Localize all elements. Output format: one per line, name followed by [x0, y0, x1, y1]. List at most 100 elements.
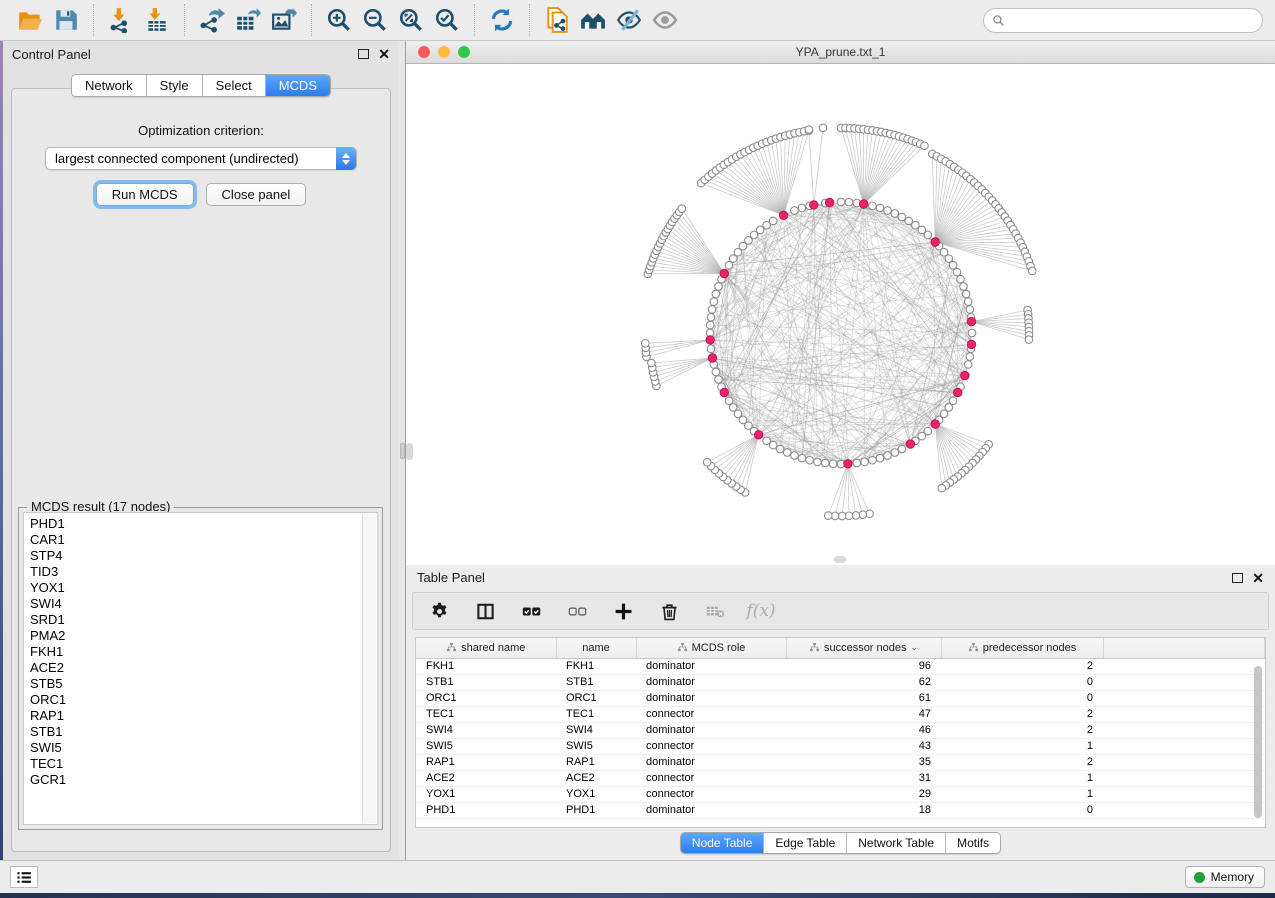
criterion-select[interactable]: largest connected component (undirected): [45, 147, 357, 170]
column-header-MCDS-role[interactable]: MCDS role: [636, 638, 786, 658]
cell-mcds_role[interactable]: connector: [636, 706, 786, 722]
settings-gear-icon[interactable]: [427, 599, 451, 623]
cell-name[interactable]: ORC1: [556, 690, 636, 706]
cell-successor_nodes[interactable]: 96: [786, 658, 941, 674]
mcds-result-item[interactable]: PHD1: [30, 516, 377, 532]
search-input[interactable]: [1010, 13, 1254, 27]
save-session-icon[interactable]: [48, 4, 84, 36]
search-box[interactable]: [983, 8, 1263, 33]
mcds-result-item[interactable]: RAP1: [30, 708, 377, 724]
close-table-panel-button[interactable]: ✕: [1252, 573, 1264, 583]
cell-successor_nodes[interactable]: 35: [786, 754, 941, 770]
cell-shared_name[interactable]: SWI4: [416, 722, 556, 738]
show-eye-icon[interactable]: [647, 4, 683, 36]
network-canvas[interactable]: [406, 64, 1275, 565]
open-session-icon[interactable]: [12, 4, 48, 36]
mcds-result-item[interactable]: PMA2: [30, 628, 377, 644]
import-table-icon[interactable]: [139, 4, 175, 36]
add-row-icon[interactable]: [611, 599, 635, 623]
cell-mcds_role[interactable]: connector: [636, 770, 786, 786]
table-row[interactable]: YOX1YOX1connector291: [416, 786, 1265, 802]
columns-icon[interactable]: [473, 599, 497, 623]
cell-shared_name[interactable]: TEC1: [416, 706, 556, 722]
refresh-icon[interactable]: [484, 4, 520, 36]
cell-mcds_role[interactable]: connector: [636, 786, 786, 802]
mcds-result-item[interactable]: SWI5: [30, 740, 377, 756]
cell-successor_nodes[interactable]: 31: [786, 770, 941, 786]
table-tab-network-table[interactable]: Network Table: [847, 833, 946, 853]
cell-shared_name[interactable]: YOX1: [416, 786, 556, 802]
column-header-shared-name[interactable]: shared name: [416, 638, 556, 658]
cell-mcds_role[interactable]: dominator: [636, 674, 786, 690]
network-window-titlebar[interactable]: YPA_prune.txt_1: [406, 41, 1275, 64]
delete-row-icon[interactable]: [657, 599, 681, 623]
tab-network[interactable]: Network: [72, 75, 147, 96]
zoom-in-icon[interactable]: [321, 4, 357, 36]
cell-predecessor_nodes[interactable]: 0: [941, 674, 1103, 690]
close-panel-button-inner[interactable]: Close panel: [206, 183, 307, 206]
cell-mcds_role[interactable]: dominator: [636, 754, 786, 770]
cell-shared_name[interactable]: PHD1: [416, 802, 556, 818]
tab-style[interactable]: Style: [147, 75, 203, 96]
run-mcds-button[interactable]: Run MCDS: [96, 183, 194, 206]
mcds-result-item[interactable]: GCR1: [30, 772, 377, 788]
mcds-result-item[interactable]: STB1: [30, 724, 377, 740]
mcds-result-item[interactable]: SRD1: [30, 612, 377, 628]
cell-successor_nodes[interactable]: 46: [786, 722, 941, 738]
column-header-name[interactable]: name: [556, 638, 636, 658]
cell-predecessor_nodes[interactable]: 0: [941, 690, 1103, 706]
select-all-icon[interactable]: [519, 599, 543, 623]
cell-predecessor_nodes[interactable]: 1: [941, 738, 1103, 754]
mcds-result-item[interactable]: ACE2: [30, 660, 377, 676]
close-panel-button[interactable]: ✕: [378, 49, 390, 59]
table-scrollbar[interactable]: [1254, 666, 1262, 818]
cell-predecessor_nodes[interactable]: 1: [941, 770, 1103, 786]
network-graph[interactable]: [406, 64, 1275, 565]
splitter-handle-icon[interactable]: [400, 443, 405, 459]
memory-button[interactable]: Memory: [1185, 866, 1265, 888]
mcds-result-item[interactable]: STP4: [30, 548, 377, 564]
panel-splitter[interactable]: [399, 41, 406, 860]
cell-name[interactable]: FKH1: [556, 658, 636, 674]
cell-shared_name[interactable]: FKH1: [416, 658, 556, 674]
export-network-icon[interactable]: [194, 4, 230, 36]
cell-successor_nodes[interactable]: 47: [786, 706, 941, 722]
canvas-hscroll-handle[interactable]: [834, 556, 846, 563]
mcds-result-item[interactable]: STB5: [30, 676, 377, 692]
duplicate-network-icon[interactable]: [539, 4, 575, 36]
hide-panels-icon[interactable]: [611, 4, 647, 36]
cell-predecessor_nodes[interactable]: 2: [941, 754, 1103, 770]
cell-successor_nodes[interactable]: 18: [786, 802, 941, 818]
cell-mcds_role[interactable]: dominator: [636, 722, 786, 738]
table-row[interactable]: SWI4SWI4dominator462: [416, 722, 1265, 738]
cell-successor_nodes[interactable]: 43: [786, 738, 941, 754]
zoom-out-icon[interactable]: [357, 4, 393, 36]
network-overview-icon[interactable]: [575, 4, 611, 36]
cell-name[interactable]: ACE2: [556, 770, 636, 786]
cell-successor_nodes[interactable]: 29: [786, 786, 941, 802]
cell-shared_name[interactable]: RAP1: [416, 754, 556, 770]
table-tab-edge-table[interactable]: Edge Table: [764, 833, 847, 853]
tab-select[interactable]: Select: [203, 75, 266, 96]
cell-name[interactable]: TEC1: [556, 706, 636, 722]
table-row[interactable]: ORC1ORC1dominator610: [416, 690, 1265, 706]
cell-predecessor_nodes[interactable]: 2: [941, 722, 1103, 738]
cell-shared_name[interactable]: SWI5: [416, 738, 556, 754]
cell-name[interactable]: STB1: [556, 674, 636, 690]
export-table-icon[interactable]: [230, 4, 266, 36]
mcds-result-item[interactable]: CAR1: [30, 532, 377, 548]
table-tab-motifs[interactable]: Motifs: [946, 833, 1000, 853]
mcds-result-item[interactable]: TID3: [30, 564, 377, 580]
table-row[interactable]: ACE2ACE2connector311: [416, 770, 1265, 786]
tab-mcds[interactable]: MCDS: [266, 75, 330, 96]
cell-shared_name[interactable]: ORC1: [416, 690, 556, 706]
result-list-scrollbar[interactable]: [362, 514, 376, 823]
table-row[interactable]: STB1STB1dominator620: [416, 674, 1265, 690]
cell-predecessor_nodes[interactable]: 2: [941, 706, 1103, 722]
table-row[interactable]: SWI5SWI5connector431: [416, 738, 1265, 754]
cell-mcds_role[interactable]: dominator: [636, 658, 786, 674]
cell-name[interactable]: YOX1: [556, 786, 636, 802]
mcds-result-item[interactable]: YOX1: [30, 580, 377, 596]
zoom-fit-icon[interactable]: [393, 4, 429, 36]
cell-mcds_role[interactable]: connector: [636, 738, 786, 754]
